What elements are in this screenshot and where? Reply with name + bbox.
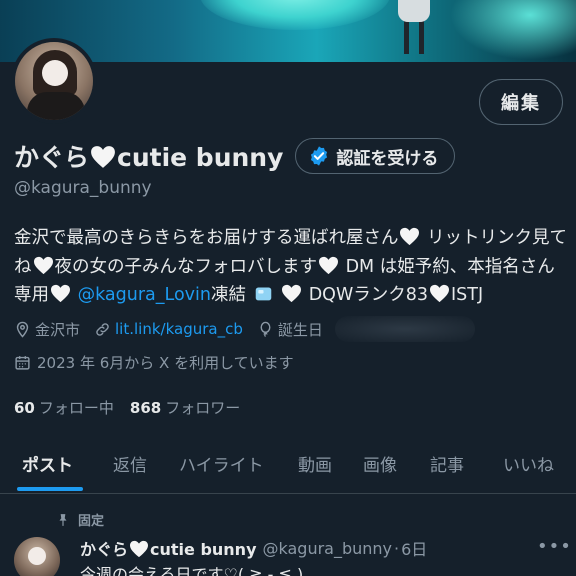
post-header: かぐら cutie bunny @kagura_bunny · 6日 <box>80 536 427 560</box>
tab-posts[interactable]: ポスト <box>22 432 73 494</box>
website-link[interactable]: lit.link/kagura_cb <box>115 320 243 338</box>
banner-light <box>450 0 576 60</box>
banner-light <box>200 0 390 30</box>
heart-icon <box>33 256 53 274</box>
heart-icon <box>91 146 115 168</box>
profile-avatar[interactable] <box>11 38 97 124</box>
bio-mention-link[interactable]: @kagura_Lovin <box>78 285 211 305</box>
heart-icon <box>430 284 450 303</box>
post-author-name[interactable]: かぐら cutie bunny <box>80 536 257 560</box>
pin-icon <box>59 513 67 526</box>
more-icon[interactable]: ••• <box>537 536 572 557</box>
tab-videos[interactable]: 動画 <box>298 432 332 494</box>
ice-cube-emoji <box>255 287 271 301</box>
profile-meta-row: 金沢市 lit.link/kagura_cb 誕生日 <box>14 316 489 342</box>
edit-profile-button[interactable]: 編集 <box>479 79 563 125</box>
following-count[interactable]: 60 <box>14 399 35 417</box>
joined-date: 2023 年 6月から X を利用しています <box>14 352 294 373</box>
get-verified-label: 認証を受ける <box>336 148 439 169</box>
banner-figure <box>396 0 432 58</box>
followers-label[interactable]: フォロワー <box>165 397 240 418</box>
birthday-item: 誕生日 <box>257 316 475 342</box>
post-text: 今週の会える日です♡( ≧ - ≦ ) <box>80 565 304 576</box>
birthday-redacted <box>334 316 475 342</box>
post-author-avatar[interactable] <box>14 537 60 576</box>
display-name: かぐら cutie bunny <box>14 143 284 172</box>
post-author-handle[interactable]: @kagura_bunny <box>263 539 393 558</box>
followers-count[interactable]: 868 <box>130 399 161 417</box>
location-item: 金沢市 <box>14 319 80 340</box>
location-icon <box>16 321 29 338</box>
tab-highlights[interactable]: ハイライト <box>179 432 264 494</box>
heart-icon <box>319 256 338 274</box>
balloon-icon <box>260 321 271 337</box>
link-icon <box>96 322 109 336</box>
profile-name-row: かぐら cutie bunny 認証を受ける <box>14 138 456 174</box>
get-verified-button[interactable]: 認証を受ける <box>295 138 456 174</box>
profile-bio: 金沢で最高のきらきらをお届けする運ばれ屋さん リットリンク見てね 夜の女の子みんな… <box>14 227 568 305</box>
tab-images[interactable]: 画像 <box>363 432 397 494</box>
heart-icon <box>130 540 149 558</box>
pinned-label: 固定 <box>56 510 104 529</box>
heart-icon <box>282 284 302 303</box>
post-time[interactable]: 6日 <box>401 536 427 560</box>
website-item[interactable]: lit.link/kagura_cb <box>94 320 243 338</box>
following-label[interactable]: フォロー中 <box>39 397 114 418</box>
heart-icon <box>51 284 70 303</box>
profile-tabs: ポスト 返信 ハイライト 動画 画像 記事 いいね <box>0 432 576 494</box>
calendar-icon <box>15 356 30 370</box>
tab-likes[interactable]: いいね <box>503 432 554 494</box>
post-separator: · <box>394 538 400 558</box>
verified-badge-icon <box>311 146 328 166</box>
heart-icon <box>400 227 420 246</box>
tab-replies[interactable]: 返信 <box>113 432 147 494</box>
profile-handle: @kagura_bunny <box>14 178 152 198</box>
active-tab-indicator <box>17 487 83 491</box>
follow-counts: 60 フォロー中 868 フォロワー <box>14 397 256 418</box>
tab-articles[interactable]: 記事 <box>430 432 464 494</box>
